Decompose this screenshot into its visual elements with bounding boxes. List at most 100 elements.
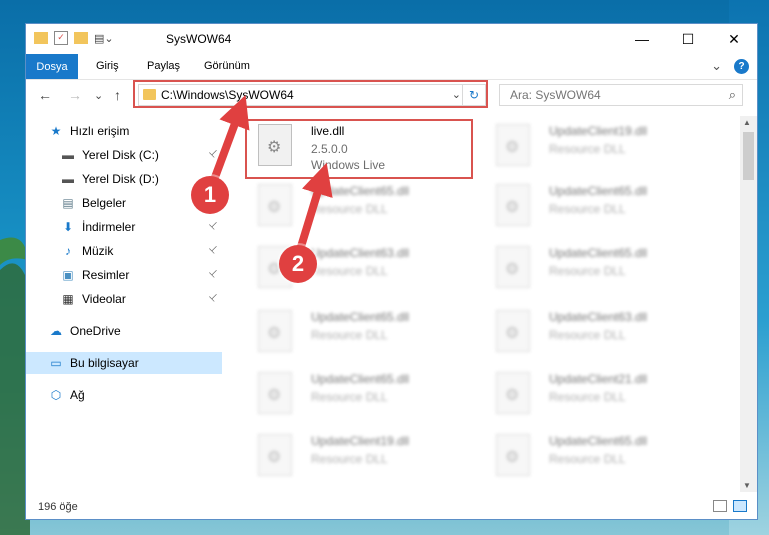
maximize-button[interactable]: ☐	[665, 24, 711, 54]
dll-file-icon	[496, 372, 530, 414]
file-name: UpdateClient65.dll	[549, 184, 648, 198]
sidebar-item-star[interactable]: ★ Hızlı erişim	[26, 120, 222, 142]
sidebar-item-computer[interactable]: ▭ Bu bilgisayar	[26, 352, 222, 374]
file-type: Resource DLL	[549, 202, 626, 216]
file-type: Resource DLL	[549, 452, 626, 466]
music-icon: ♪	[65, 244, 71, 258]
file-item[interactable]: UpdateClient63.dll Resource DLL	[486, 306, 708, 358]
pictures-icon: ▣	[62, 268, 74, 282]
file-name: UpdateClient21.dll	[549, 372, 648, 386]
videos-icon: ▦	[62, 292, 74, 306]
quick-access-toolbar: ✓ ▤⌄	[34, 31, 114, 45]
pin-icon: ⊥	[206, 146, 221, 161]
dll-file-icon	[258, 372, 292, 414]
scroll-down-icon[interactable]: ▼	[743, 481, 751, 490]
sidebar-item-label: Yerel Disk (D:)	[82, 172, 159, 186]
help-icon[interactable]: ?	[734, 58, 749, 74]
pin-icon: ⊥	[206, 290, 221, 305]
dll-file-icon	[258, 184, 292, 226]
tab-home[interactable]: Giriş	[96, 60, 119, 72]
expand-ribbon-icon[interactable]: ⌄	[711, 58, 722, 74]
back-arrow-icon[interactable]: ←	[38, 87, 52, 103]
search-box[interactable]: ⌕	[499, 84, 743, 106]
computer-icon: ▭	[50, 356, 62, 370]
sidebar-item-music[interactable]: ♪ Müzik ⊥	[26, 240, 222, 262]
drive-c-icon: ▬	[62, 148, 74, 162]
dll-file-icon	[496, 434, 530, 476]
tab-file[interactable]: Dosya	[26, 54, 78, 79]
file-type: Resource DLL	[311, 202, 388, 216]
file-type: Resource DLL	[549, 142, 626, 156]
item-count: 196 öğe	[38, 501, 78, 513]
file-type: Resource DLL	[311, 328, 388, 342]
file-item[interactable]: UpdateClient19.dll Resource DLL	[486, 120, 708, 172]
network-icon: ⬡	[50, 388, 62, 402]
customize-toolbar-icon[interactable]: ▤⌄	[94, 32, 114, 45]
new-folder-icon[interactable]	[74, 32, 88, 44]
file-item[interactable]: UpdateClient65.dll Resource DLL	[486, 242, 708, 294]
sidebar-item-label: Hızlı erişim	[70, 124, 130, 138]
file-name: UpdateClient65.dll	[549, 246, 648, 260]
onedrive-icon: ☁	[50, 324, 62, 338]
large-icons-view-icon[interactable]	[733, 500, 747, 512]
sidebar-item-label: Yerel Disk (C:)	[82, 148, 159, 162]
file-item[interactable]: UpdateClient65.dll Resource DLL	[248, 180, 470, 232]
address-highlight-box	[133, 80, 488, 108]
file-name: UpdateClient65.dll	[549, 434, 648, 448]
search-input[interactable]	[508, 87, 712, 103]
file-type: Resource DLL	[549, 264, 626, 278]
file-name: UpdateClient63.dll	[549, 310, 648, 324]
downloads-icon: ⬇	[62, 220, 74, 234]
dll-file-icon	[496, 124, 530, 166]
file-type: Resource DLL	[549, 390, 626, 404]
scroll-up-icon[interactable]: ▲	[743, 118, 751, 127]
pin-icon: ⊥	[206, 242, 221, 257]
sidebar-item-label: OneDrive	[70, 324, 121, 338]
search-icon[interactable]: ⌕	[729, 87, 736, 103]
vertical-scrollbar[interactable]: ▲ ▼	[740, 116, 757, 492]
file-item[interactable]: UpdateClient19.dll Resource DLL	[248, 430, 470, 482]
dll-file-icon	[496, 310, 530, 352]
title-bar: ✓ ▤⌄ SysWOW64 — ☐ ✕	[26, 24, 757, 54]
sidebar-item-videos[interactable]: ▦ Videolar ⊥	[26, 288, 222, 310]
file-name: UpdateClient63.dll	[311, 246, 410, 260]
file-item[interactable]: UpdateClient65.dll Resource DLL	[248, 306, 470, 358]
tab-share[interactable]: Paylaş	[147, 60, 180, 72]
sidebar-item-label: Müzik	[82, 244, 114, 258]
status-bar: 196 öğe	[26, 495, 757, 519]
sidebar-item-label: İndirmeler	[82, 220, 136, 234]
file-type: Resource DLL	[311, 264, 388, 278]
scroll-thumb[interactable]	[743, 132, 754, 180]
file-item[interactable]: UpdateClient65.dll Resource DLL	[486, 430, 708, 482]
file-name: UpdateClient19.dll	[549, 124, 648, 138]
close-button[interactable]: ✕	[711, 24, 757, 54]
file-name: UpdateClient65.dll	[311, 184, 410, 198]
file-type: Resource DLL	[311, 390, 388, 404]
dll-file-icon	[496, 184, 530, 226]
star-icon: ★	[50, 124, 62, 138]
file-item[interactable]: UpdateClient21.dll Resource DLL	[486, 368, 708, 420]
dll-file-icon	[496, 246, 530, 288]
ribbon: Dosya Giriş Paylaş Görünüm ⌄ ?	[26, 54, 757, 80]
recent-locations-icon[interactable]: ⌄	[94, 89, 103, 102]
file-item[interactable]: UpdateClient65.dll Resource DLL	[248, 368, 470, 420]
sidebar-item-network[interactable]: ⬡ Ağ	[26, 384, 222, 406]
details-view-icon[interactable]	[713, 500, 727, 512]
documents-icon: ▤	[62, 196, 74, 210]
minimize-button[interactable]: —	[619, 24, 665, 54]
forward-arrow-icon[interactable]: →	[68, 87, 82, 103]
tab-view[interactable]: Görünüm	[204, 60, 250, 72]
up-arrow-icon[interactable]: ↑	[114, 87, 121, 103]
sidebar-item-label: Videolar	[82, 292, 126, 306]
dll-file-icon	[258, 310, 292, 352]
file-type: Resource DLL	[311, 452, 388, 466]
sidebar-item-drive-c[interactable]: ▬ Yerel Disk (C:) ⊥	[26, 144, 222, 166]
callout-1: 1	[191, 176, 229, 214]
file-highlight-box	[245, 119, 473, 179]
sidebar-item-label: Bu bilgisayar	[70, 356, 139, 370]
sidebar-item-downloads[interactable]: ⬇ İndirmeler ⊥	[26, 216, 222, 238]
sidebar-item-onedrive[interactable]: ☁ OneDrive	[26, 320, 222, 342]
file-item[interactable]: UpdateClient65.dll Resource DLL	[486, 180, 708, 232]
properties-icon[interactable]: ✓	[54, 31, 68, 45]
sidebar-item-pictures[interactable]: ▣ Resimler ⊥	[26, 264, 222, 286]
